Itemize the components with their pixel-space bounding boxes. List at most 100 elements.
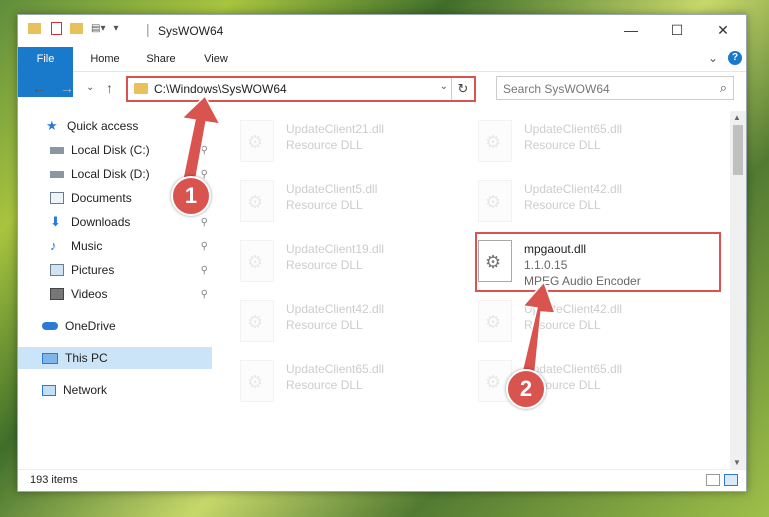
sidebar-item-label: Pictures [71,263,115,277]
new-folder-icon[interactable] [70,23,83,34]
scrollbar-thumb[interactable] [733,125,743,175]
dll-file-icon: ⚙ [240,240,274,282]
gear-icon: ⚙ [485,312,502,332]
tab-share[interactable]: Share [136,47,186,71]
file-item[interactable]: ⚙ UpdateClient42.dll Resource DLL [454,177,679,227]
forward-button[interactable]: → [60,80,74,96]
file-name: UpdateClient42.dll [524,302,623,316]
up-button[interactable]: ↑ [106,80,113,96]
pin-icon[interactable]: ⚲ [201,265,208,276]
close-button[interactable]: ✕ [700,15,746,45]
recent-locations-button[interactable]: ⌄ [86,82,94,93]
file-item[interactable]: ⚙ UpdateClient21.dll Resource DLL [216,117,441,167]
status-bar: 193 items [18,469,746,492]
back-button[interactable]: ← [32,80,46,96]
scroll-up-icon[interactable]: ▲ [733,113,741,122]
vertical-scrollbar[interactable]: ▲ ▼ [730,111,746,469]
address-path[interactable]: C:\Windows\SysWOW64 [154,82,287,96]
pin-icon[interactable]: ⚲ [201,241,208,252]
sidebar-item-label: Documents [71,191,132,205]
gear-icon: ⚙ [247,372,264,392]
tab-home[interactable]: Home [80,47,130,71]
pin-icon[interactable]: ⚲ [201,289,208,300]
file-name: UpdateClient42.dll [524,182,623,196]
file-type: Resource DLL [524,138,601,152]
download-icon: ⬇ [50,214,61,229]
sidebar-item-local-disk-c[interactable]: Local Disk (C:) ⚲ [18,139,212,161]
file-item[interactable]: ⚙ UpdateClient65.dll Resource DLL [454,357,679,407]
computer-icon [42,352,58,364]
navigation-pane: ★ Quick access Local Disk (C:) ⚲ Local D… [18,111,212,469]
file-item[interactable]: ⚙ UpdateClient65.dll Resource DLL [454,117,679,167]
file-type: Resource DLL [286,318,363,332]
help-icon[interactable]: ? [728,51,742,65]
file-type: Resource DLL [524,318,601,332]
dll-file-icon: ⚙ [478,180,512,222]
file-item[interactable]: ⚙ UpdateClient42.dll Resource DLL [216,297,441,347]
file-type: Resource DLL [286,138,363,152]
expand-ribbon-icon[interactable]: ⌄ [708,51,718,65]
address-bar[interactable]: C:\Windows\SysWOW64 ⌄ ↻ [126,76,476,102]
large-icons-view-icon[interactable] [724,474,738,486]
search-placeholder: Search SysWOW64 [503,82,610,96]
maximize-button[interactable]: ☐ [654,15,700,45]
sidebar-item-label: Network [63,383,108,397]
refresh-button[interactable]: ↻ [451,78,474,100]
file-item[interactable]: ⚙ UpdateClient65.dll Resource DLL [216,357,441,407]
sidebar-item-music[interactable]: ♪ Music ⚲ [18,235,212,257]
sidebar-item-label: This PC [65,351,108,365]
navigation-bar: ← → ⌄ ↑ C:\Windows\SysWOW64 ⌄ ↻ Search S… [18,72,746,106]
file-item[interactable]: ⚙ UpdateClient42.dll Resource DLL [454,297,679,347]
view-switcher [706,474,738,486]
cloud-icon [42,322,58,330]
title-separator: | [146,21,150,37]
address-dropdown-icon[interactable]: ⌄ [440,81,448,92]
dll-file-icon: ⚙ [478,120,512,162]
pin-icon[interactable]: ⚲ [201,145,208,156]
ribbon-controls: ⌄ ? [708,51,742,65]
minimize-button[interactable]: — [608,15,654,45]
customize-icon[interactable]: ▤▾ [91,23,105,34]
scroll-down-icon[interactable]: ▼ [733,458,741,467]
file-type: Resource DLL [286,198,363,212]
file-name: UpdateClient21.dll [286,122,385,136]
sidebar-item-label: Downloads [71,215,131,229]
sidebar-item-pictures[interactable]: Pictures ⚲ [18,259,212,281]
file-type: Resource DLL [286,378,363,392]
sidebar-item-this-pc[interactable]: This PC [18,347,212,369]
pictures-icon [50,264,64,276]
file-type: Resource DLL [524,198,601,212]
toolbar-dropdown-icon[interactable]: ▾ [113,23,118,34]
sidebar-item-quick-access[interactable]: ★ Quick access [18,115,212,137]
dll-file-icon: ⚙ [240,300,274,342]
file-name: UpdateClient65.dll [524,122,623,136]
file-name: UpdateClient19.dll [286,242,385,256]
folder-icon[interactable] [28,23,41,34]
search-input[interactable]: Search SysWOW64 ⌕ [496,76,734,100]
dll-file-icon: ⚙ [478,300,512,342]
tab-view[interactable]: View [193,47,239,71]
videos-icon [50,288,64,300]
pin-icon[interactable]: ⚲ [201,217,208,228]
search-icon[interactable]: ⌕ [720,80,727,96]
file-item[interactable]: ⚙ UpdateClient19.dll Resource DLL [216,237,441,287]
properties-icon[interactable] [51,22,62,35]
network-icon [42,384,56,396]
sidebar-item-onedrive[interactable]: OneDrive [18,315,212,337]
quick-access-toolbar: ▤▾ ▾ [28,22,119,35]
documents-icon [50,192,64,204]
sidebar-item-network[interactable]: Network [18,379,212,401]
sidebar-item-label: Music [71,239,103,253]
details-view-icon[interactable] [706,474,720,486]
dll-file-icon: ⚙ [240,180,274,222]
file-list: ⚙ UpdateClient21.dll Resource DLL ⚙ Upda… [216,111,728,469]
file-item[interactable]: ⚙ UpdateClient5.dll Resource DLL [216,177,441,227]
pin-icon[interactable]: ⚲ [201,169,208,180]
explorer-window: ▤▾ ▾ | SysWOW64 — ☐ ✕ File Home Share Vi… [17,14,747,492]
sidebar-item-label: Local Disk (D:) [71,167,150,181]
sidebar-item-label: Quick access [67,119,139,133]
file-highlight-box [475,232,721,292]
title-bar: ▤▾ ▾ | SysWOW64 — ☐ ✕ [18,15,746,47]
star-icon: ★ [46,118,58,133]
sidebar-item-videos[interactable]: Videos ⚲ [18,283,212,305]
